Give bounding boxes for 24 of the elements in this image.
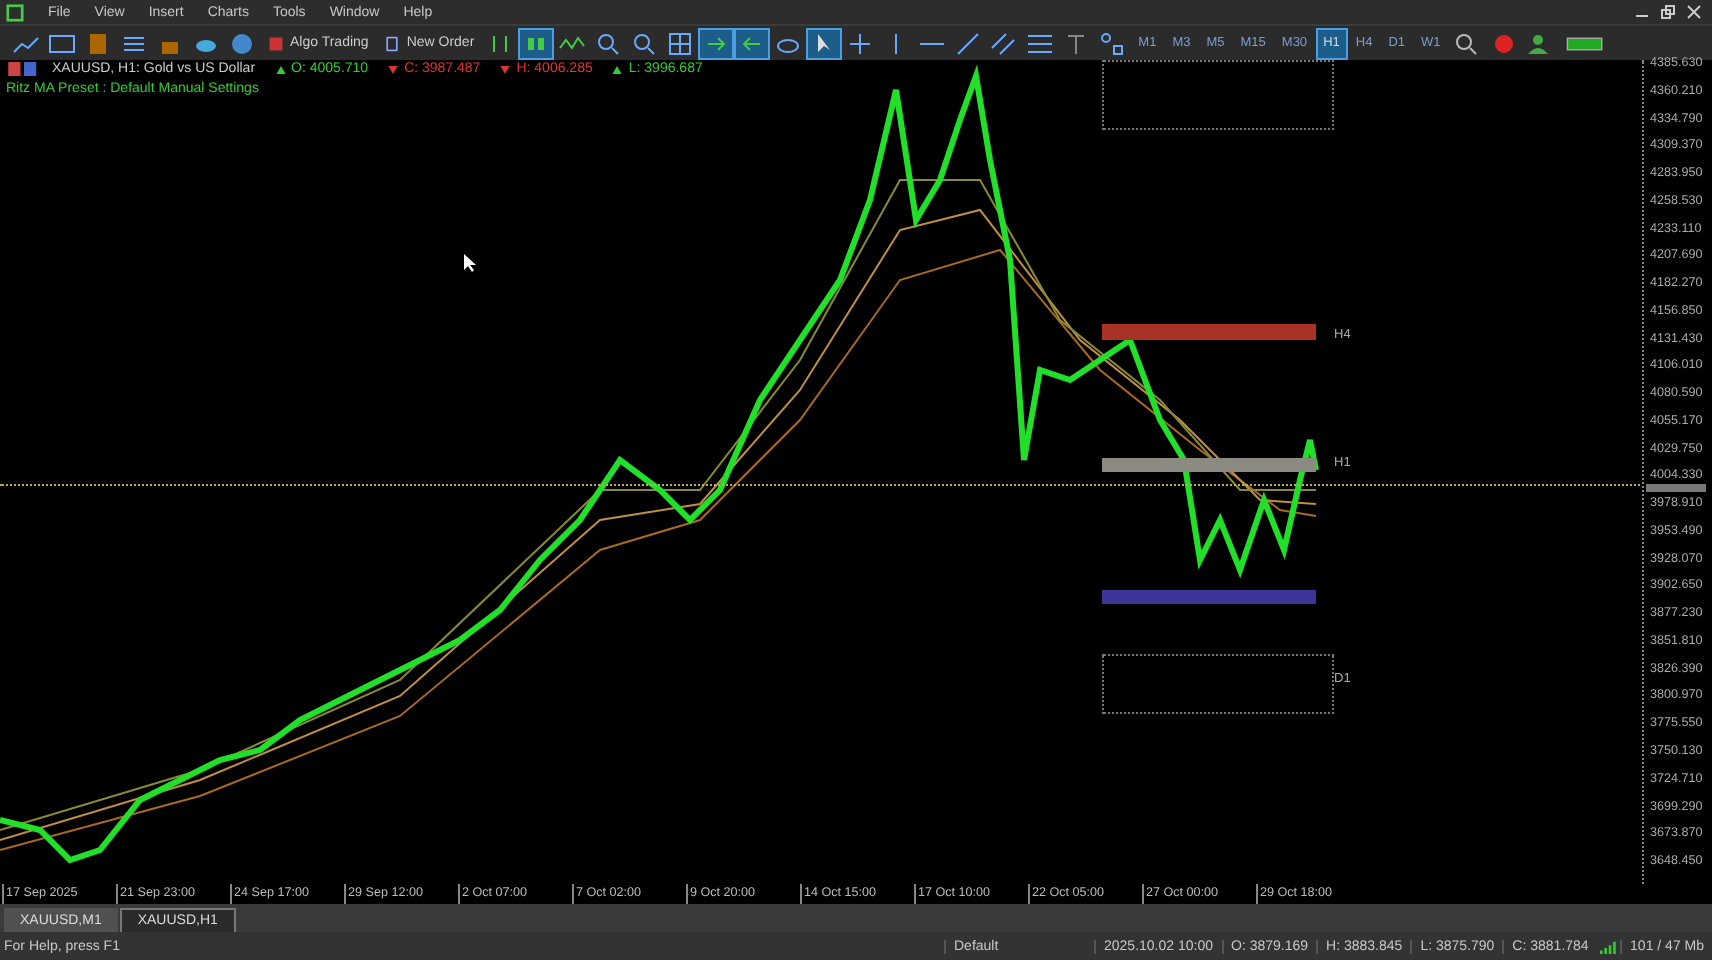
up-triangle-icon [275, 65, 286, 73]
candlestick-icon[interactable] [520, 29, 553, 57]
down-triangle-icon [500, 65, 511, 73]
chart-shift-icon[interactable] [736, 29, 769, 57]
battery-icon[interactable] [1566, 33, 1607, 53]
fibonacci-icon[interactable] [1024, 29, 1057, 57]
channel-icon[interactable] [988, 29, 1021, 57]
restore-icon[interactable] [1660, 4, 1676, 20]
chart-icon [6, 62, 42, 76]
autoscroll-icon[interactable] [700, 29, 733, 57]
mouse-cursor-icon [464, 254, 476, 272]
close-icon[interactable] [1686, 4, 1702, 20]
current-price-marker [1646, 484, 1706, 492]
up-triangle-icon [612, 65, 623, 73]
stop-icon [268, 35, 284, 51]
cursor-icon[interactable] [808, 29, 841, 57]
signal-icon [1598, 939, 1617, 953]
trend-line-icon[interactable] [952, 29, 985, 57]
app-logo-icon [6, 3, 24, 21]
document-icon [384, 35, 401, 51]
tile-icon[interactable] [664, 29, 697, 57]
down-triangle-icon [388, 65, 399, 73]
window-icon[interactable] [46, 29, 78, 57]
shapes-icon[interactable] [1096, 29, 1129, 57]
